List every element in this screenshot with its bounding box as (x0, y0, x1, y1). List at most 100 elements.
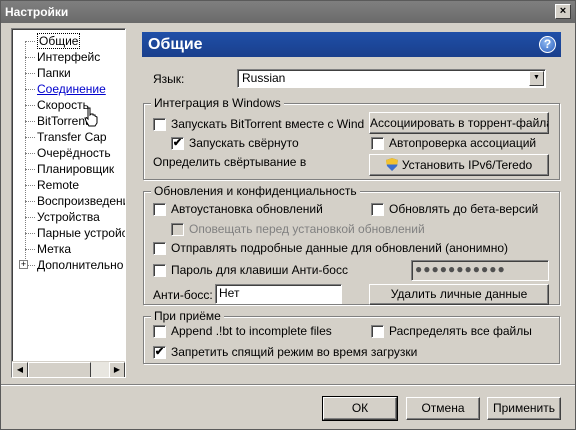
close-icon: × (559, 5, 567, 17)
append-bt-checkbox[interactable]: Append .!bt to incomplete files (153, 325, 332, 339)
tree-item-label: Планировщик (37, 162, 115, 176)
tree-item-devices[interactable]: Устройства (16, 210, 100, 225)
button-label: ОК (351, 401, 369, 415)
page-header: Общие ? (142, 32, 561, 57)
hand-cursor-icon (84, 107, 98, 127)
detect-minimize-label: Определить свёртывание в (153, 155, 307, 169)
tree-item-folders[interactable]: Папки (16, 66, 71, 81)
checkbox-box[interactable] (153, 242, 166, 255)
start-with-windows-checkbox[interactable]: Запускать BitTorrent вместе с Wind (153, 118, 364, 132)
checkbox-label: Append .!bt to incomplete files (171, 324, 332, 338)
tree-item-bittorrent[interactable]: BitTorrent (16, 114, 88, 129)
button-label: Удалить личные данные (390, 287, 528, 301)
integration-group-title: Интеграция в Windows (151, 96, 284, 110)
apply-button[interactable]: Применить (487, 397, 561, 420)
checkbox-label: Автопроверка ассоциаций (389, 136, 537, 150)
checkbox-box[interactable] (371, 325, 384, 338)
tree-item-transfer-cap[interactable]: Transfer Cap (16, 130, 107, 145)
tree-item-label: Интерфейс (37, 50, 101, 64)
tree-item-label: Transfer Cap (37, 130, 107, 144)
button-label: Применить (492, 401, 555, 415)
scroll-left-icon[interactable]: ◀ (12, 362, 28, 377)
tree-item-label: Устройства (37, 210, 100, 224)
checkbox-label: Обновлять до бета-версий (389, 202, 539, 216)
settings-window: Настройки × Общие Интерфейс Папки Соедин… (0, 0, 576, 430)
checkbox-label: Запускать BitTorrent вместе с Wind (171, 117, 365, 131)
checkbox-label: Отправлять подробные данные для обновлен… (171, 241, 508, 255)
auto-check-associations-checkbox[interactable]: Автопроверка ассоциаций (371, 137, 536, 151)
settings-tree[interactable]: Общие Интерфейс Папки Соединение Скорост… (11, 28, 126, 378)
boss-key-password-checkbox[interactable]: Пароль для клавиши Анти-босс (153, 264, 348, 278)
checkbox-box[interactable] (153, 118, 166, 131)
tree-item-label: Очерёдность (37, 146, 111, 160)
button-label: Ассоциировать в торрент-файлами (370, 116, 549, 130)
tree-item-remote[interactable]: Remote (16, 178, 79, 193)
checkbox-box[interactable] (371, 203, 384, 216)
prevent-sleep-checkbox[interactable]: ✔ Запретить спящий режим во время загруз… (153, 346, 417, 360)
tree-item-label: Соединение (37, 82, 106, 96)
scroll-right-icon[interactable]: ▶ (109, 362, 125, 377)
page-title: Общие (148, 36, 203, 53)
scroll-thumb[interactable] (28, 362, 91, 377)
close-button[interactable]: × (555, 4, 571, 19)
help-icon[interactable]: ? (539, 36, 556, 53)
checkbox-box[interactable] (153, 264, 166, 277)
tree-item-paired-devices[interactable]: Парные устройства (16, 226, 125, 241)
tree-item-speed[interactable]: Скорость (16, 98, 89, 113)
tree-item-label: Парные устройства (37, 226, 125, 240)
associate-torrent-files-button[interactable]: Ассоциировать в торрент-файлами (369, 112, 549, 134)
checkbox-box[interactable] (171, 223, 184, 236)
tree-horizontal-scrollbar[interactable]: ◀ ▶ (12, 361, 125, 377)
updates-privacy-group-title: Обновления и конфиденциальность (151, 184, 360, 198)
notify-before-install-checkbox[interactable]: Оповещать перед установкой обновлений (171, 223, 425, 237)
checkbox-box[interactable]: ✔ (171, 137, 184, 150)
tree-item-label: Папки (37, 66, 71, 80)
title-bar: Настройки × (1, 1, 575, 23)
chevron-down-icon[interactable]: ▼ (529, 71, 544, 86)
checkbox-box[interactable] (153, 203, 166, 216)
tree-item-label: Скорость (37, 98, 89, 112)
tree-item-label: Remote (37, 178, 80, 192)
install-ipv6-teredo-button[interactable]: Установить IPv6/Teredo (369, 154, 549, 176)
tree-item-interface[interactable]: Интерфейс (16, 50, 100, 65)
checkbox-label: Распределять все файлы (389, 324, 532, 338)
anti-boss-label: Анти-босс: (153, 288, 213, 302)
ok-button[interactable]: ОК (322, 396, 398, 421)
checkbox-label: Запускать свёрнуто (189, 136, 299, 150)
checkbox-box[interactable]: ✔ (153, 346, 166, 359)
tree-item-label: Воспроизведение (37, 194, 125, 208)
auto-install-updates-checkbox[interactable]: Автоустановка обновлений (153, 203, 323, 217)
start-minimized-checkbox[interactable]: ✔ Запускать свёрнуто (171, 137, 299, 151)
cancel-button[interactable]: Отмена (406, 397, 480, 420)
language-select[interactable]: Russian ▼ (237, 69, 546, 88)
tree-item-connection[interactable]: Соединение (16, 82, 106, 97)
on-add-group-title: При приёме (151, 309, 224, 323)
tree-item-queueing[interactable]: Очерёдность (16, 146, 111, 161)
footer-divider (1, 384, 575, 386)
checkbox-label: Запретить спящий режим во время загрузки (171, 345, 418, 359)
tree-item-scheduler[interactable]: Планировщик (16, 162, 114, 177)
window-title: Настройки (5, 5, 69, 19)
tree-item-playback[interactable]: Воспроизведение (16, 194, 125, 209)
tree-item-general[interactable]: Общие (16, 33, 81, 49)
checkbox-box[interactable] (153, 325, 166, 338)
tree-item-label: Общие (37, 33, 81, 49)
language-label: Язык: (153, 72, 185, 86)
tree-item-label: Метка (37, 242, 72, 256)
tree-item-label: BitTorrent (37, 114, 89, 128)
delete-personal-data-button[interactable]: Удалить личные данные (369, 284, 549, 305)
expand-icon[interactable]: + (19, 260, 28, 269)
boss-password-field[interactable]: ●●●●●●●●●●● (411, 260, 549, 281)
checkbox-label: Пароль для клавиши Анти-босс (171, 263, 348, 277)
anti-boss-key-field[interactable]: Нет (215, 284, 342, 304)
language-value: Russian (242, 71, 286, 85)
beta-updates-checkbox[interactable]: Обновлять до бета-версий (371, 203, 538, 217)
tree-item-label-settings[interactable]: Метка (16, 242, 71, 257)
uac-shield-icon (385, 158, 398, 171)
checkbox-label: Автоустановка обновлений (171, 202, 323, 216)
checkbox-label: Оповещать перед установкой обновлений (189, 222, 425, 236)
tree-item-advanced[interactable]: Дополнительно (16, 258, 123, 273)
allocate-all-files-checkbox[interactable]: Распределять все файлы (371, 325, 532, 339)
checkbox-box[interactable] (371, 137, 384, 150)
send-detailed-data-checkbox[interactable]: Отправлять подробные данные для обновлен… (153, 242, 508, 256)
